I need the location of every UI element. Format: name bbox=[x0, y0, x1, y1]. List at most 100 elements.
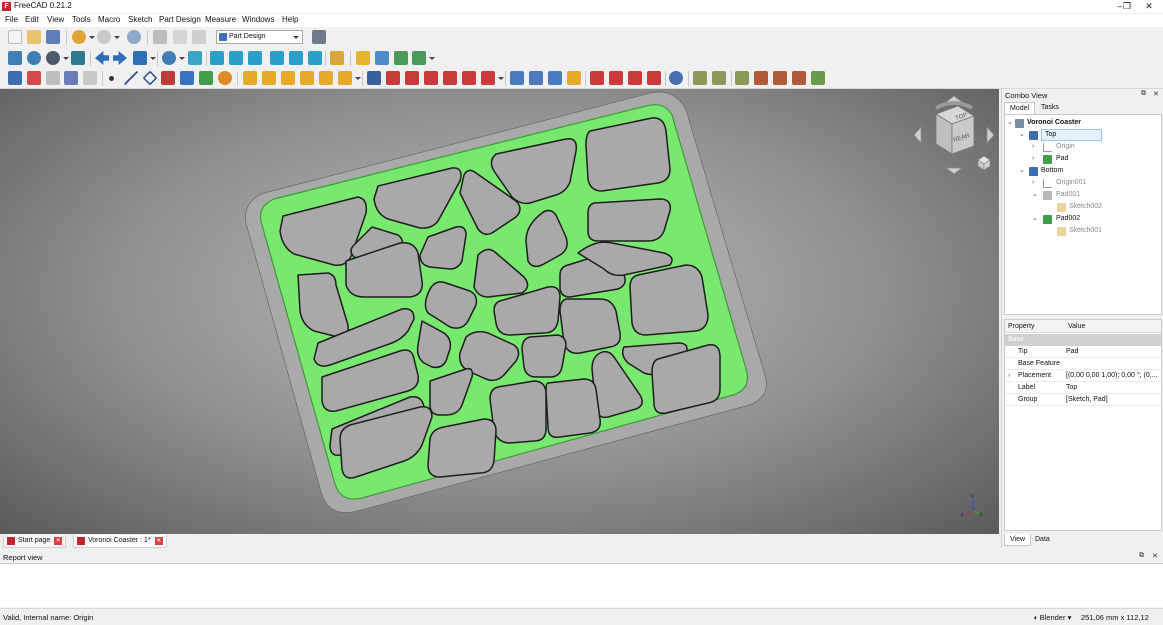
property-row-label[interactable]: Label Top bbox=[1005, 382, 1161, 394]
float-panel-icon[interactable]: ⧉ bbox=[1141, 90, 1146, 98]
make-link-icon[interactable] bbox=[394, 51, 408, 65]
whats-this-help-icon[interactable] bbox=[312, 30, 326, 44]
subtractive-primitive-icon[interactable] bbox=[481, 71, 495, 85]
tree-item-pad[interactable]: › Pad bbox=[1005, 153, 1161, 165]
maximize-button[interactable]: ❐ bbox=[1120, 0, 1134, 13]
groove-icon[interactable] bbox=[405, 71, 419, 85]
chevron-down-icon[interactable]: ⌄ bbox=[1019, 165, 1027, 177]
menu-view[interactable]: View bbox=[47, 15, 64, 24]
tab-view[interactable]: View bbox=[1004, 534, 1032, 546]
property-row-base-feature[interactable]: Base Feature bbox=[1005, 358, 1161, 370]
tree-item-pad002[interactable]: ⌄ Pad002 bbox=[1005, 213, 1161, 225]
menu-windows[interactable]: Windows bbox=[242, 15, 274, 24]
tree-item-origin001[interactable]: › Origin001 bbox=[1005, 177, 1161, 189]
local-coordinate-system-icon[interactable] bbox=[161, 71, 175, 85]
fit-all-icon[interactable] bbox=[8, 51, 22, 65]
chevron-down-icon[interactable]: ⌄ bbox=[1032, 213, 1040, 225]
undo-icon[interactable] bbox=[72, 30, 86, 44]
link-actions-dropdown-icon[interactable] bbox=[429, 57, 435, 60]
tree-item-voronoi-coaster[interactable]: ⌄ Voronoi Coaster bbox=[1005, 117, 1161, 129]
chevron-right-icon[interactable]: › bbox=[1008, 370, 1010, 381]
back-arrow-icon[interactable] bbox=[95, 51, 109, 65]
chevron-down-icon[interactable]: ⌄ bbox=[1019, 129, 1027, 141]
property-value[interactable]: [(0,00 0,00 1,00); 0,00 °; (0,... bbox=[1066, 370, 1159, 381]
open-folder-icon[interactable] bbox=[27, 30, 41, 44]
multitransform-icon[interactable] bbox=[567, 71, 581, 85]
redo-dropdown-icon[interactable] bbox=[114, 36, 120, 39]
subtractive-loft-icon[interactable] bbox=[424, 71, 438, 85]
fit-selection-icon[interactable] bbox=[27, 51, 41, 65]
bottom-view-icon[interactable] bbox=[289, 51, 303, 65]
additive-helix-icon[interactable] bbox=[319, 71, 333, 85]
validate-sketch-icon[interactable] bbox=[46, 71, 60, 85]
fillet-icon[interactable] bbox=[590, 71, 604, 85]
bounding-box-icon[interactable] bbox=[71, 51, 85, 65]
draw-style-dropdown-icon[interactable] bbox=[63, 57, 69, 60]
menu-edit[interactable]: Edit bbox=[25, 15, 39, 24]
isometric-view-icon[interactable] bbox=[188, 51, 202, 65]
shape-binder-icon[interactable] bbox=[64, 71, 78, 85]
property-row-tip[interactable]: Tip Pad bbox=[1005, 346, 1161, 358]
close-panel-icon[interactable]: ✕ bbox=[1152, 552, 1158, 560]
measure-refresh-icon[interactable] bbox=[735, 71, 749, 85]
zoom-icon[interactable] bbox=[162, 51, 176, 65]
measure-angular-icon[interactable] bbox=[712, 71, 726, 85]
clone-icon[interactable] bbox=[180, 71, 194, 85]
datum-plane-icon[interactable] bbox=[142, 70, 158, 86]
measure-toggle-3d-icon[interactable] bbox=[792, 71, 806, 85]
pad-icon[interactable] bbox=[243, 71, 257, 85]
measure-distance-icon[interactable] bbox=[330, 51, 344, 65]
chevron-down-icon[interactable]: ⌄ bbox=[1032, 189, 1040, 201]
menu-help[interactable]: Help bbox=[282, 15, 298, 24]
zoom-dropdown-icon[interactable] bbox=[179, 57, 185, 60]
create-part-icon[interactable] bbox=[356, 51, 370, 65]
measure-toggle-all-icon[interactable] bbox=[773, 71, 787, 85]
nav-arrow-left-icon[interactable] bbox=[913, 125, 922, 145]
tree-item-sketch002[interactable]: Sketch002 bbox=[1005, 201, 1161, 213]
create-body-icon[interactable] bbox=[8, 71, 22, 85]
close-tab-icon[interactable]: ✕ bbox=[154, 537, 163, 545]
save-icon[interactable] bbox=[46, 30, 60, 44]
chevron-down-icon[interactable]: ⌄ bbox=[1007, 117, 1015, 129]
tree-item-sketch001[interactable]: Sketch001 bbox=[1005, 225, 1161, 237]
link-dropdown-icon[interactable] bbox=[150, 57, 156, 60]
tree-item-pad001[interactable]: ⌄ Pad001 bbox=[1005, 189, 1161, 201]
refresh-icon[interactable] bbox=[127, 30, 141, 44]
linear-pattern-icon[interactable] bbox=[529, 71, 543, 85]
menu-measure[interactable]: Measure bbox=[205, 15, 236, 24]
pocket-icon[interactable] bbox=[367, 71, 381, 85]
tab-start-page[interactable]: Start page ✕ bbox=[3, 535, 67, 548]
draw-style-icon[interactable] bbox=[46, 51, 60, 65]
property-row-group[interactable]: Group [Sketch, Pad] bbox=[1005, 394, 1161, 406]
link-actions-icon[interactable] bbox=[412, 51, 426, 65]
datum-line-icon[interactable] bbox=[124, 71, 138, 85]
tree-item-bottom[interactable]: ⌄ Bottom bbox=[1005, 165, 1161, 177]
tab-voronoi-coaster[interactable]: Voronoi Coaster : 1* ✕ bbox=[73, 535, 167, 548]
cut-icon[interactable] bbox=[153, 30, 167, 44]
measure-linear-icon[interactable] bbox=[693, 71, 707, 85]
create-group-icon[interactable] bbox=[375, 51, 389, 65]
coaster-model[interactable] bbox=[0, 89, 999, 534]
front-view-icon[interactable] bbox=[210, 51, 224, 65]
menu-part-design[interactable]: Part Design bbox=[159, 15, 201, 24]
top-view-icon[interactable] bbox=[229, 51, 243, 65]
report-view-output[interactable] bbox=[0, 563, 1163, 607]
revolution-icon[interactable] bbox=[262, 71, 276, 85]
chevron-right-icon[interactable]: › bbox=[1032, 153, 1040, 165]
chevron-right-icon[interactable]: › bbox=[1032, 177, 1040, 189]
chevron-right-icon[interactable]: › bbox=[1032, 141, 1040, 153]
chamfer-icon[interactable] bbox=[609, 71, 623, 85]
subshape-binder-icon[interactable] bbox=[83, 71, 97, 85]
sub-shape-icon[interactable] bbox=[199, 71, 213, 85]
polar-pattern-icon[interactable] bbox=[548, 71, 562, 85]
forward-arrow-icon[interactable] bbox=[113, 51, 127, 65]
menu-tools[interactable]: Tools bbox=[72, 15, 91, 24]
sprocket-icon[interactable] bbox=[218, 71, 232, 85]
paste-icon[interactable] bbox=[192, 30, 206, 44]
property-value[interactable]: [Sketch, Pad] bbox=[1066, 394, 1159, 405]
navigation-style-selector[interactable]: ◖ Blender ▾ bbox=[1033, 613, 1071, 622]
menu-macro[interactable]: Macro bbox=[98, 15, 120, 24]
close-tab-icon[interactable]: ✕ bbox=[54, 537, 63, 545]
measure-toggle-delta-icon[interactable] bbox=[811, 71, 825, 85]
additive-pipe-icon[interactable] bbox=[300, 71, 314, 85]
